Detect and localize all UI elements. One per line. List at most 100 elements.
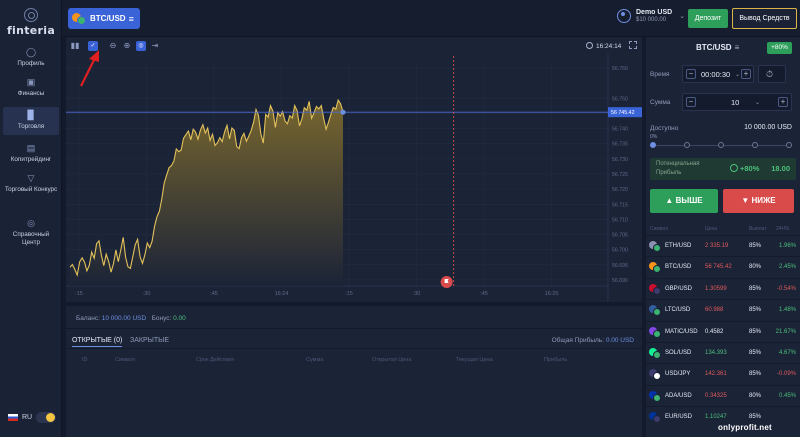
potential-profit-percent: +80% — [740, 164, 760, 173]
avatar-icon — [617, 9, 631, 23]
positions-panel: Баланс: 10 000.00 USD Бонус: 0.00 ОТКРЫТ… — [66, 306, 642, 437]
slider-stop[interactable] — [718, 142, 724, 148]
balance-value: 10 000.00 USD — [101, 315, 147, 322]
account-name: Demo USD — [636, 9, 673, 16]
logo[interactable]: finteria — [0, 8, 62, 37]
sidebar-item-trading[interactable]: ▉ Торговля — [3, 107, 59, 135]
deposit-button[interactable]: Депозит — [688, 9, 728, 28]
asset-pair-icon — [649, 369, 661, 381]
logo-text: finteria — [6, 24, 56, 37]
asset-change: 1.48% — [778, 307, 796, 314]
asset-row[interactable]: ADA/USD 0.34325 80% 0.45% — [646, 384, 800, 406]
watermark: onlyprofit.net — [718, 423, 772, 432]
asset-name: SOL/USD — [665, 350, 692, 356]
asset-row[interactable]: BTC/USD 56 745.42 80% 2.45% — [646, 256, 800, 277]
potential-profit-label: Потенциальная Прибыль — [656, 160, 700, 178]
asset-payout: 85% — [749, 414, 762, 421]
available-label: Доступно — [650, 125, 679, 132]
asset-selector-button[interactable]: BTC/USD ≡ — [68, 8, 140, 29]
asset-row[interactable]: SOL/USD 134.393 85% 4.67% — [646, 342, 800, 363]
asset-payout: 85% — [749, 285, 762, 292]
amount-increase-button[interactable]: + — [778, 97, 788, 107]
bonus-value: 0.00 — [173, 315, 186, 322]
time-value: 00:00:30 — [701, 70, 731, 79]
assets-header-price: Цена — [705, 226, 718, 232]
asset-payout: 80% — [749, 392, 762, 399]
sidebar-item-label: Торговля — [17, 123, 45, 130]
asset-pair-icon — [649, 305, 661, 317]
sidebar-item-copytrading[interactable]: ▤ Копитрейдинг — [3, 141, 59, 164]
slider-stop[interactable] — [650, 142, 656, 148]
slider-stop[interactable] — [684, 142, 690, 148]
theme-toggle[interactable] — [36, 412, 56, 423]
account-switcher[interactable]: Demo USD $10 000.00 ⌄ — [617, 9, 685, 23]
asset-pair-icon — [649, 326, 661, 338]
account-balance: $10 000.00 — [636, 17, 667, 23]
logo-icon — [24, 8, 38, 22]
asset-payout: 80% — [749, 264, 762, 271]
asset-price: 0.34325 — [705, 392, 727, 399]
asset-pair-icon — [649, 390, 661, 402]
price-area-fill — [70, 100, 343, 286]
sidebar-item-contest[interactable]: ▽ Торговый Конкурс — [3, 171, 59, 194]
y-tick-label: 56.720 — [612, 187, 628, 193]
trade-asset-title[interactable]: BTC/USD ≡ — [696, 43, 739, 52]
amount-decrease-button[interactable]: − — [686, 97, 696, 107]
time-stepper[interactable]: − 00:00:30 ⌄ + — [682, 65, 754, 83]
asset-payout: 85% — [749, 350, 762, 356]
sell-down-button[interactable]: ▼ НИЖЕ — [723, 189, 794, 213]
asset-price: 142.361 — [705, 371, 727, 378]
amount-stepper[interactable]: − 10 ⌄ + — [682, 93, 792, 111]
assets-header-change: 24Ч% — [776, 226, 790, 232]
time-increase-button[interactable]: + — [741, 69, 751, 79]
current-price-dot — [340, 109, 346, 115]
language-selector[interactable]: RU — [8, 414, 32, 421]
buy-up-button[interactable]: ▲ ВЫШЕ — [650, 189, 718, 213]
sidebar-item-finance[interactable]: ▣ Финансы — [3, 75, 59, 98]
asset-row[interactable]: ETH/USD 2 335.19 85% 1.96% — [646, 235, 800, 256]
sidebar: finteria ◯ Профиль ▣ Финансы ▉ Торговля … — [0, 0, 62, 437]
zoom-out-icon[interactable]: ⊖ — [108, 41, 118, 51]
help-icon: ◎ — [27, 218, 35, 228]
scroll-to-end-icon[interactable]: ⇥ — [150, 41, 160, 51]
crosshair-icon[interactable]: ◎ — [136, 41, 146, 51]
arrow-down-icon: ▼ — [741, 196, 750, 205]
time-mode-button[interactable]: ⏱ — [758, 65, 786, 83]
asset-row[interactable]: GBP/USD 1.30599 85% -0.54% — [646, 277, 800, 299]
timer-icon: ⏱ — [766, 69, 774, 79]
fullscreen-icon[interactable] — [629, 41, 637, 49]
zoom-in-icon[interactable]: ⊕ — [122, 41, 132, 51]
trophy-icon: ▽ — [27, 173, 35, 183]
potential-profit-label-line2: Прибыль — [656, 170, 682, 176]
russia-flag-icon — [8, 414, 18, 421]
sidebar-item-help[interactable]: ◎ Справочный Центр — [3, 216, 59, 247]
divider — [66, 328, 642, 329]
column-header-open-price: Открытая Цена — [372, 357, 412, 363]
asset-change: -0.09% — [776, 371, 796, 378]
asset-row[interactable]: LTC/USD 60.988 85% 1.48% — [646, 299, 800, 320]
amount-label: Сумма — [650, 99, 671, 106]
asset-row[interactable]: MATIC/USD 0.4582 85% 21.67% — [646, 320, 800, 342]
bonus-label: Бонус: — [151, 315, 172, 322]
price-chart[interactable]: 56.76056.75056.74556.74056.73556.73056.7… — [66, 54, 642, 302]
withdraw-button[interactable]: Вывод Средств — [732, 8, 797, 29]
asset-row[interactable]: USD/JPY 142.361 85% -0.09% — [646, 363, 800, 384]
slider-stop[interactable] — [752, 142, 758, 148]
asset-name: EUR/USD — [665, 414, 693, 421]
time-decrease-button[interactable]: − — [686, 69, 696, 79]
asset-price: 56 745.42 — [705, 264, 732, 271]
sidebar-item-label: Копитрейдинг — [10, 156, 52, 163]
asset-name: MATIC/USD — [665, 328, 698, 335]
available-value: 10 000.00 USD — [744, 124, 792, 131]
tab-closed-positions[interactable]: ЗАКРЫТЫЕ — [130, 337, 169, 344]
slider-stop[interactable] — [786, 142, 792, 148]
sidebar-item-profile[interactable]: ◯ Профиль — [3, 45, 59, 68]
asset-change: 1.96% — [778, 243, 796, 249]
sidebar-item-label: Справочный Центр — [12, 231, 50, 246]
sell-down-label: НИЖЕ — [751, 196, 776, 205]
column-header-profit: Прибыль — [544, 357, 568, 363]
trade-panel: BTC/USD ≡ +80% Время − 00:00:30 ⌄ + ⏱ Сум… — [646, 37, 800, 437]
tab-open-positions[interactable]: ОТКРЫТЫЕ (0) — [72, 337, 123, 347]
asset-price: 2 335.19 — [705, 243, 729, 249]
x-tick-label: :30 — [413, 291, 421, 297]
